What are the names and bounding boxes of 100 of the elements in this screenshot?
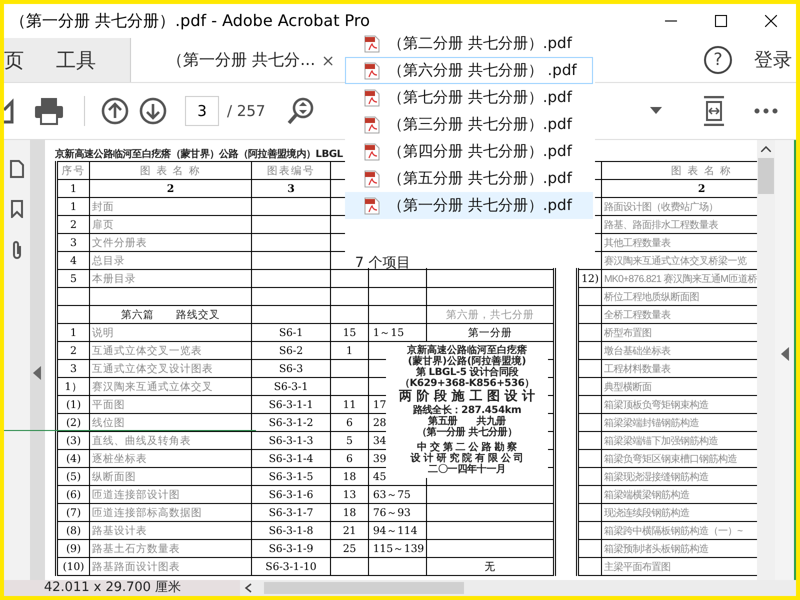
print-icon[interactable]: [34, 97, 64, 125]
pdf-file-icon: [364, 88, 380, 106]
table-cell: S6-3-1-4: [268, 452, 314, 464]
table-cell: S6-3-1-9: [268, 542, 314, 554]
cover-text: 中 交 第 二 公 路 勘 察: [417, 442, 517, 453]
table-cell: S6-3-1-10: [265, 560, 317, 572]
file-list-item[interactable]: （第四分册 共七分册）.pdf: [345, 138, 593, 165]
table-cell: 匝道连接部标高数据图: [92, 506, 202, 518]
table-cell: 纵断面图: [92, 470, 136, 482]
table-cell: 直线、曲线及转角表: [92, 434, 191, 446]
scroll-left-icon[interactable]: [244, 583, 254, 593]
horizontal-scrollbar[interactable]: [264, 582, 464, 594]
page-icon[interactable]: [10, 160, 24, 178]
file-list-item[interactable]: （第三分册 共七分册）.pdf: [345, 111, 593, 138]
expand-arrow-icon[interactable]: [780, 347, 788, 361]
more-icon[interactable]: [754, 108, 778, 114]
table-cell: S6-3-1-8: [268, 524, 314, 536]
table-cell: S6-3-1: [274, 380, 308, 392]
page-count: / 257: [227, 102, 266, 120]
table-cell: 无: [484, 560, 496, 572]
table-cell: 路面设计图（收费站广场）: [604, 202, 718, 212]
bookmark-icon[interactable]: [10, 200, 24, 218]
table-cell: S6-3-1-5: [268, 470, 314, 482]
table-cell: 赛汉陶来互通式立体交叉: [92, 380, 213, 392]
page-size-label: 42.011 x 29.700 厘米: [4, 580, 240, 596]
file-list-item[interactable]: （第七分册 共七分册）.pdf: [345, 84, 593, 111]
table-cell: 115～139: [373, 542, 424, 554]
table-cell: 15: [342, 326, 356, 338]
table-cell: 45: [373, 470, 386, 482]
file-list-item[interactable]: （第二分册 共七分册）.pdf: [345, 30, 593, 57]
close-icon[interactable]: [765, 15, 777, 27]
vertical-scrollbar[interactable]: [757, 140, 775, 580]
file-list-item[interactable]: （第一分册 共七分册）.pdf: [345, 192, 593, 219]
page-heading: 京新高速公路临河至白疙瘩（蒙甘界）公路（阿拉善盟境内）LBGL: [55, 147, 343, 161]
table-cell: 赛汉陶来互通式立体交叉桥梁一览: [604, 256, 747, 266]
cover-text: （第一分册 共七分册）: [416, 427, 518, 438]
file-list-item[interactable]: （第六分册 共七分册） .pdf: [345, 57, 593, 84]
table-cell: S6-3-1-7: [268, 506, 314, 518]
column-header: 图 表 名 称: [90, 162, 252, 180]
table-cell: (6): [66, 488, 81, 500]
table-cell: 28: [373, 416, 386, 428]
table-cell: 其他工程数量表: [604, 238, 671, 248]
table-cell: (5): [66, 470, 81, 482]
table-cell: (1): [66, 398, 81, 410]
table-cell: 箱梁梁端封锚钢筋构造: [604, 418, 700, 428]
tab-close-button[interactable]: ×: [321, 50, 335, 70]
table-cell: 逐桩坐标表: [92, 452, 147, 464]
table-cell: 13: [342, 488, 356, 500]
cover-text: 设 计 研 究 院 有 限 公 司: [410, 453, 524, 464]
table-cell: 25: [342, 542, 356, 554]
table-cell: 17: [373, 398, 386, 410]
table-cell: 2: [70, 218, 77, 230]
paperclip-icon[interactable]: [10, 240, 24, 260]
previous-page-icon[interactable]: [101, 97, 129, 125]
collapse-arrow-icon[interactable]: [33, 366, 41, 380]
caret-icon[interactable]: [650, 107, 662, 115]
table-cell: (7): [66, 506, 81, 518]
table-cell: 3: [70, 362, 77, 374]
cover-text: 第 LBGL-5 设计合同段: [416, 367, 518, 378]
table-cell: 18: [342, 470, 356, 482]
table-cell: 箱梁端横梁钢筋构造: [604, 490, 690, 500]
table-cell: 94～114: [373, 524, 418, 536]
table-cell: 线位图: [92, 416, 125, 428]
table-cell: 18: [342, 506, 356, 518]
document-tab-label[interactable]: （第一分册 共七分...: [167, 50, 316, 70]
page-number-field[interactable]: 3: [185, 96, 219, 126]
scroll-up-icon[interactable]: [761, 146, 771, 152]
table-cell: 6: [346, 416, 353, 428]
table-cell: (9): [66, 542, 81, 554]
fit-page-icon[interactable]: [702, 96, 726, 126]
next-page-icon[interactable]: [139, 97, 167, 125]
table-cell: 39: [373, 452, 386, 464]
table-cell: MK0+876.821 赛汉陶来互通M匝道桥: [604, 274, 757, 284]
cover-text: 京新高速公路临河至白疙瘩: [407, 345, 527, 356]
help-button[interactable]: ?: [704, 46, 732, 74]
file-list-item[interactable]: （第五分册 共七分册）.pdf: [345, 165, 593, 192]
table-cell: 扉页: [92, 218, 114, 230]
cover-text: 两 阶 段 施 工 图 设 计: [399, 389, 535, 404]
zoom-icon[interactable]: [287, 97, 316, 125]
table-cell: 1～15: [373, 326, 404, 338]
pdf-file-icon: [364, 34, 380, 52]
table-cell: 墩台基础坐标表: [604, 346, 671, 356]
table-cell: (3): [66, 434, 81, 446]
table-cell: S6-3-1-1: [268, 398, 314, 410]
table-cell: 现浇连续段钢筋构造: [604, 508, 690, 518]
nav-tab[interactable]: 工具: [56, 46, 96, 74]
table-cell: 12): [581, 272, 599, 284]
table-cell: (2): [66, 416, 81, 428]
pdf-file-icon: [364, 142, 380, 160]
table-cell: 11: [342, 398, 356, 410]
scroll-thumb[interactable]: [758, 158, 774, 194]
login-button[interactable]: 登录: [754, 47, 792, 73]
table-cell: S6-2: [278, 344, 304, 356]
maximize-icon[interactable]: [715, 15, 727, 27]
nav-tab[interactable]: 页: [4, 46, 24, 74]
table-cell: 箱梁梁端锚下加强钢筋构造: [604, 436, 718, 446]
table-cell: 工程材料数量表: [604, 364, 671, 374]
table-cell: 1: [70, 200, 77, 212]
cover-text: 第五册 共九册: [428, 416, 506, 427]
table-cell: 6: [346, 452, 353, 464]
